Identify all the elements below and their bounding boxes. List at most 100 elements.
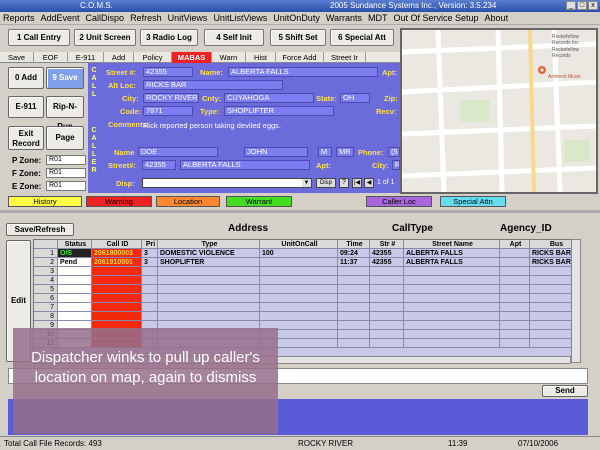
caller-first-name-field[interactable]: JOHN: [244, 147, 308, 157]
cell-time[interactable]: [338, 267, 370, 276]
menu-out-of-service-setup[interactable]: Out Of Service Setup: [391, 12, 482, 23]
cell-apt[interactable]: [500, 249, 530, 258]
minimize-icon[interactable]: _: [566, 1, 576, 10]
column-header-type[interactable]: Type: [158, 240, 260, 249]
cell-street-number[interactable]: [370, 294, 404, 303]
cell-type[interactable]: [158, 294, 260, 303]
cell-street-name[interactable]: [404, 321, 500, 330]
cell-time[interactable]: [338, 303, 370, 312]
e-zone-value[interactable]: R01: [46, 181, 86, 191]
add-button[interactable]: 0 Add: [8, 67, 44, 89]
f-zone-value[interactable]: R01: [46, 168, 86, 178]
exit-record-button[interactable]: Exit Record: [8, 126, 44, 150]
county-field[interactable]: CUYAHOGA: [224, 93, 314, 103]
p-zone-value[interactable]: R01: [46, 155, 86, 165]
cell-street-name[interactable]: [404, 276, 500, 285]
menu-unitonduty[interactable]: UnitOnDuty: [270, 12, 323, 23]
cell-street-number[interactable]: [370, 321, 404, 330]
type-field[interactable]: SHOPLIFTER: [224, 106, 334, 116]
row-number[interactable]: 3: [34, 267, 58, 276]
cell-call-id[interactable]: [92, 294, 142, 303]
cell-street-number[interactable]: [370, 267, 404, 276]
cell-street-number[interactable]: [370, 312, 404, 321]
cell-status[interactable]: [58, 312, 92, 321]
warning-chip[interactable]: Warning: [86, 196, 152, 207]
e911-button[interactable]: E-911: [8, 96, 44, 118]
menu-mdt[interactable]: MDT: [365, 12, 391, 23]
menu-reports[interactable]: Reports: [0, 12, 38, 23]
cell-type[interactable]: [158, 285, 260, 294]
send-button[interactable]: Send: [542, 385, 588, 397]
rip-n-run-button[interactable]: Rip-N-Run: [46, 96, 84, 131]
cell-pri[interactable]: [142, 294, 158, 303]
cell-street-name[interactable]: ALBERTA FALLS: [404, 249, 500, 258]
cell-type[interactable]: [158, 276, 260, 285]
row-number[interactable]: 7: [34, 303, 58, 312]
cell-unit-on-call[interactable]: [260, 294, 338, 303]
cell-unit-on-call[interactable]: [260, 312, 338, 321]
cell-time[interactable]: [338, 339, 370, 348]
cell-street-number[interactable]: 42355: [370, 258, 404, 267]
cell-call-id[interactable]: [92, 267, 142, 276]
menu-unitviews[interactable]: UnitViews: [165, 12, 211, 23]
caller-street-number-field[interactable]: 42355: [142, 160, 176, 170]
cell-call-id[interactable]: [92, 312, 142, 321]
cell-time[interactable]: [338, 312, 370, 321]
cell-street-number[interactable]: 42355: [370, 249, 404, 258]
self-init-button[interactable]: 4 Self Init: [204, 29, 264, 46]
tab-policy[interactable]: Policy: [134, 52, 172, 63]
column-header-time[interactable]: Time: [338, 240, 370, 249]
cell-time[interactable]: [338, 321, 370, 330]
street-number-field[interactable]: 42355: [143, 67, 193, 77]
column-header-pri[interactable]: Pri: [142, 240, 158, 249]
tab-force-add[interactable]: Force Add: [276, 52, 324, 63]
cell-type[interactable]: DOMESTIC VIOLENCE: [158, 249, 260, 258]
menu-calldispo[interactable]: CallDispo: [83, 12, 128, 23]
cell-status[interactable]: Pend: [58, 258, 92, 267]
radio-log-button[interactable]: 3 Radio Log: [140, 29, 198, 46]
maximize-icon[interactable]: □: [577, 1, 587, 10]
cell-street-name[interactable]: [404, 312, 500, 321]
cell-apt[interactable]: [500, 339, 530, 348]
cell-apt[interactable]: [500, 276, 530, 285]
row-number[interactable]: 1: [34, 249, 58, 258]
cell-time[interactable]: [338, 276, 370, 285]
tab-mabas[interactable]: MABAS: [172, 52, 212, 63]
cell-status[interactable]: [58, 303, 92, 312]
cell-street-number[interactable]: [370, 285, 404, 294]
cell-street-name[interactable]: [404, 339, 500, 348]
cell-status[interactable]: O/S: [58, 249, 92, 258]
menu-refresh[interactable]: Refresh: [127, 12, 165, 23]
grid-scrollbar[interactable]: [571, 239, 581, 363]
location-map[interactable]: Rockefellow Records Inc Rockefellow Reco…: [400, 28, 598, 194]
alt-loc-field[interactable]: RICKS BAR: [143, 80, 283, 90]
cell-street-name[interactable]: [404, 267, 500, 276]
cell-time[interactable]: [338, 330, 370, 339]
cell-apt[interactable]: [500, 312, 530, 321]
cell-status[interactable]: [58, 285, 92, 294]
cell-status[interactable]: [58, 294, 92, 303]
location-name-field[interactable]: ALBERTA FALLS: [228, 67, 378, 77]
column-header-call-id[interactable]: Call ID: [92, 240, 142, 249]
caller-loc-chip[interactable]: Caller Loc: [366, 196, 432, 207]
column-header-street-name[interactable]: Street Name: [404, 240, 500, 249]
cell-status[interactable]: [58, 276, 92, 285]
row-number[interactable]: 2: [34, 258, 58, 267]
tab-add[interactable]: Add: [104, 52, 134, 63]
cell-street-number[interactable]: [370, 276, 404, 285]
row-number[interactable]: 6: [34, 294, 58, 303]
cell-unit-on-call[interactable]: [260, 258, 338, 267]
tab-eof[interactable]: EOF: [34, 52, 68, 63]
disp-button[interactable]: Disp: [316, 178, 336, 188]
caller-last-name-field[interactable]: DOE: [138, 147, 218, 157]
column-header-apt[interactable]: Apt: [500, 240, 530, 249]
column-header-status[interactable]: Status: [58, 240, 92, 249]
comments-text[interactable]: Rick reported person taking deviled eggs…: [143, 121, 281, 130]
cell-street-name[interactable]: [404, 285, 500, 294]
prev-page-icon[interactable]: ◀: [364, 178, 374, 188]
cell-apt[interactable]: [500, 321, 530, 330]
cell-call-id[interactable]: [92, 276, 142, 285]
caller-city-field[interactable]: R: [392, 160, 400, 170]
cell-time[interactable]: [338, 285, 370, 294]
cell-call-id[interactable]: 2061800003: [92, 249, 142, 258]
